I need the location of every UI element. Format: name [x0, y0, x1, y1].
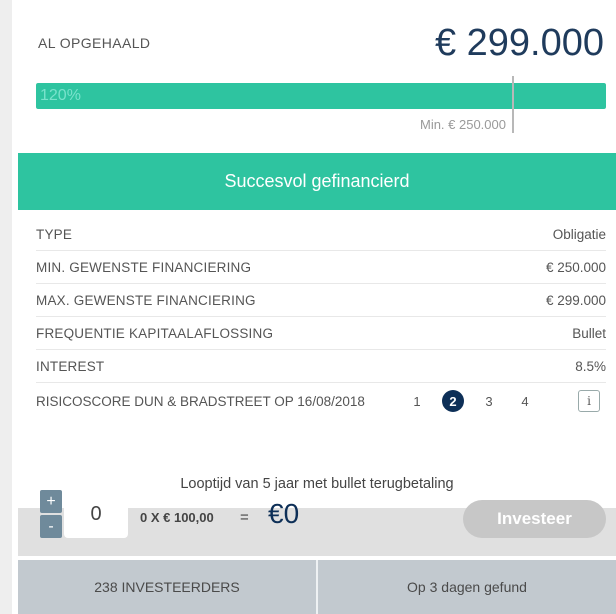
detail-value: € 250.000: [545, 259, 606, 275]
risk-score-4: 4: [521, 393, 529, 409]
detail-row-max-financing: MAX. GEWENSTE FINANCIERING € 299.000: [36, 284, 606, 317]
raised-label: AL OPGEHAALD: [38, 35, 151, 51]
stats-footer: 238 INVESTEERDERS Op 3 dagen gefund: [18, 560, 616, 614]
minimum-marker: [512, 76, 514, 133]
risk-score-3: 3: [485, 393, 493, 409]
detail-value: Obligatie: [552, 226, 606, 242]
price-calculation: 0 X € 100,00: [140, 510, 214, 525]
details-table: TYPE Obligatie MIN. GEWENSTE FINANCIERIN…: [36, 218, 606, 419]
left-rail: [0, 0, 12, 614]
detail-label: INTEREST: [36, 358, 105, 374]
detail-label: TYPE: [36, 226, 73, 242]
investment-total: €0: [268, 498, 300, 529]
info-icon[interactable]: i: [578, 390, 600, 412]
equals-sign: =: [240, 509, 249, 526]
funding-progress-bar: [36, 83, 606, 109]
detail-label: FREQUENTIE KAPITAALAFLOSSING: [36, 325, 274, 341]
investors-count: 238 INVESTEERDERS: [94, 579, 240, 595]
status-banner: Succesvol gefinancierd: [18, 153, 616, 210]
decrement-button[interactable]: -: [40, 515, 62, 538]
detail-value: € 299.000: [545, 292, 606, 308]
risk-score-1: 1: [413, 393, 421, 409]
increment-button[interactable]: +: [40, 490, 62, 513]
quantity-input[interactable]: 0: [64, 490, 128, 538]
quantity-stepper: + -: [40, 490, 62, 538]
detail-row-repayment-frequency: FREQUENTIE KAPITAALAFLOSSING Bullet: [36, 317, 606, 350]
risk-score-label: RISICOSCORE DUN & BRADSTREET OP 16/08/20…: [36, 393, 365, 409]
funding-progress-fill: [36, 83, 606, 109]
detail-row-min-financing: MIN. GEWENSTE FINANCIERING € 250.000: [36, 251, 606, 284]
detail-row-type: TYPE Obligatie: [36, 218, 606, 251]
detail-value: 8.5%: [575, 358, 606, 374]
detail-label: MAX. GEWENSTE FINANCIERING: [36, 292, 256, 308]
risk-score-2-active: 2: [442, 390, 464, 412]
detail-row-interest: INTEREST 8.5%: [36, 350, 606, 383]
detail-value: Bullet: [572, 325, 606, 341]
risk-score-scale: 1 2 3 4 i: [406, 390, 600, 412]
funded-duration: Op 3 dagen gefund: [407, 579, 527, 595]
progress-percent: 120%: [40, 87, 81, 104]
minimum-label: Min. € 250.000: [419, 117, 506, 132]
invest-button[interactable]: Investeer: [463, 500, 606, 538]
detail-row-risk-score: RISICOSCORE DUN & BRADSTREET OP 16/08/20…: [36, 383, 606, 419]
raised-amount: € 299.000: [434, 22, 604, 64]
detail-label: MIN. GEWENSTE FINANCIERING: [36, 259, 252, 275]
project-funding-card: AL OPGEHAALD € 299.000 120% Min. € 250.0…: [18, 0, 616, 614]
